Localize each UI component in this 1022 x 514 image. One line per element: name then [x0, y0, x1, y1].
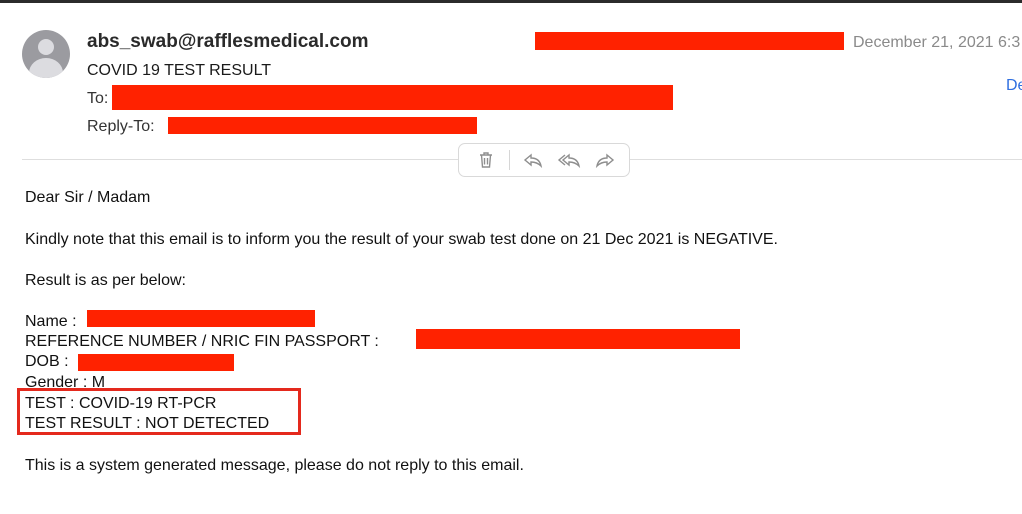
redaction-bar-dob [78, 354, 234, 371]
reply-all-icon[interactable] [556, 147, 582, 173]
sender-address[interactable]: abs_swab@rafflesmedical.com [87, 31, 368, 53]
window-top-edge [0, 0, 1022, 3]
avatar-head [38, 39, 54, 55]
reply-to-label: Reply-To: [87, 118, 155, 135]
redaction-bar-to [112, 85, 673, 110]
avatar-shoulders [29, 58, 63, 78]
email-subject: COVID 19 TEST RESULT [87, 62, 272, 79]
footer-notice: This is a system generated message, plea… [25, 457, 524, 474]
forward-icon[interactable] [592, 147, 618, 173]
reply-icon[interactable] [520, 147, 546, 173]
trash-icon[interactable] [473, 147, 499, 173]
gender-line: Gender : M [25, 374, 106, 388]
name-label: Name : [25, 313, 77, 330]
greeting: Dear Sir / Madam [25, 189, 151, 206]
reference-label: REFERENCE NUMBER / NRIC FIN PASSPORT : [25, 333, 379, 350]
redaction-bar-name [87, 310, 315, 327]
sender-avatar [22, 30, 70, 78]
dob-label: DOB : [25, 353, 69, 370]
intro-paragraph: Kindly note that this email is to inform… [25, 231, 778, 248]
redaction-bar-reply-to [168, 117, 477, 134]
redaction-bar-header [535, 32, 844, 50]
result-heading: Result is as per below: [25, 272, 186, 289]
message-toolbar [458, 143, 630, 177]
email-date: December 21, 2021 6:3 [853, 34, 1021, 51]
toolbar-separator [509, 150, 510, 170]
test-result-highlight-box [17, 388, 301, 435]
to-label: To: [87, 90, 109, 107]
details-link[interactable]: De [1006, 77, 1022, 95]
redaction-bar-reference [416, 329, 740, 349]
